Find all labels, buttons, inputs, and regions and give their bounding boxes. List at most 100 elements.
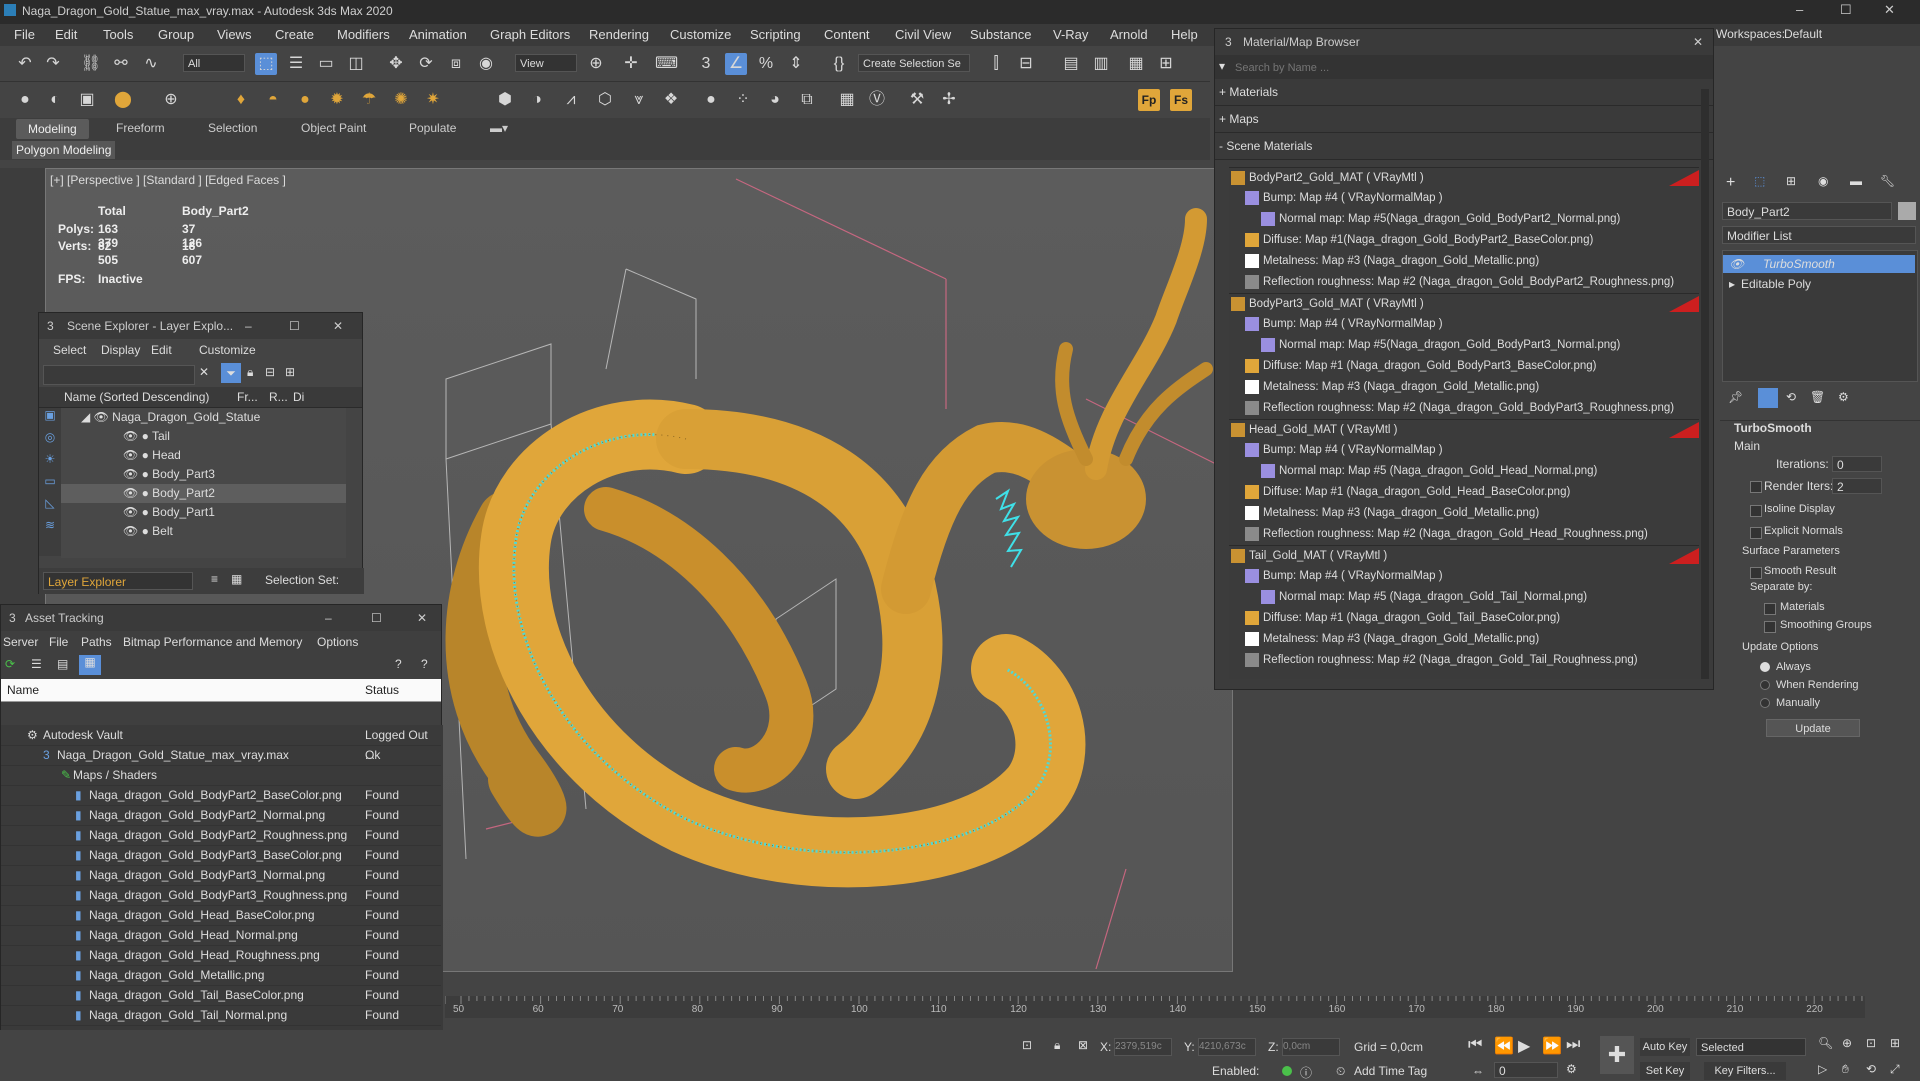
- at-row-file[interactable]: ▮ Naga_dragon_Gold_BodyPart3_Normal.png Fo…: [1, 865, 441, 886]
- material-entry[interactable]: Head_Gold_MAT ( VRayMtl ): [1229, 419, 1699, 440]
- visibility-eye-icon[interactable]: 👁︎: [94, 410, 109, 424]
- se-side-light-icon[interactable]: ☀: [39, 452, 61, 474]
- menu-help[interactable]: Help: [1171, 27, 1198, 42]
- at-menu-server[interactable]: Server: [3, 635, 38, 649]
- se-hierarchy-icon[interactable]: ⊟: [265, 365, 275, 379]
- vray-sky-icon[interactable]: ✷: [422, 89, 444, 111]
- create-selection-set-dropdown[interactable]: Create Selection Se: [858, 54, 970, 72]
- visibility-eye-icon[interactable]: 👁︎: [123, 467, 138, 481]
- menu-arnold[interactable]: Arnold: [1110, 27, 1148, 42]
- turbosmooth-rollout-title[interactable]: TurboSmooth: [1720, 420, 1920, 439]
- vray-light-icon[interactable]: ♦: [230, 89, 252, 111]
- scene-explorer-maximize[interactable]: ☐: [289, 313, 300, 339]
- at-list-icon[interactable]: ☰: [31, 657, 42, 671]
- current-frame-field[interactable]: 0: [1494, 1062, 1558, 1078]
- time-tag-icon[interactable]: ⏲: [1336, 1064, 1345, 1079]
- vray-mesh-icon[interactable]: ❖: [660, 89, 682, 111]
- render-setup-icon[interactable]: ◐: [44, 89, 66, 111]
- align-icon[interactable]: ⊟: [1015, 53, 1037, 75]
- y-coord-field[interactable]: 4210,673c: [1198, 1038, 1256, 1056]
- snaps-toggle-icon[interactable]: 3: [695, 53, 717, 75]
- redo-icon[interactable]: ↷: [42, 53, 64, 75]
- vray-toolbar-logo-icon[interactable]: Ⓥ: [866, 89, 888, 111]
- at-help-icon[interactable]: ?: [395, 657, 402, 671]
- set-key-button[interactable]: Set Key: [1640, 1062, 1690, 1080]
- vray-ies-icon[interactable]: ✹: [326, 89, 348, 111]
- menu-animation[interactable]: Animation: [409, 27, 467, 42]
- se-menu-edit[interactable]: Edit: [151, 343, 172, 357]
- tab-object-paint[interactable]: Object Paint: [301, 121, 366, 135]
- asset-tracking-maximize[interactable]: ☐: [371, 605, 382, 631]
- enabled-indicator-icon[interactable]: [1282, 1066, 1292, 1076]
- vray-sphere-icon[interactable]: ◑: [526, 89, 548, 111]
- map-entry[interactable]: Reflection roughness: Map #2 (Naga_drago…: [1229, 398, 1699, 418]
- minimize-button[interactable]: –: [1796, 2, 1803, 17]
- map-entry[interactable]: Bump: Map #4 ( VRayNormalMap ): [1229, 314, 1699, 334]
- curve-editor-icon[interactable]: ⊞: [1155, 53, 1177, 75]
- at-row-file[interactable]: ▮ Naga_dragon_Gold_BodyPart2_Normal.png Fo…: [1, 805, 441, 826]
- map-entry[interactable]: Normal map: Map #5(Naga_dragon_Gold_Body…: [1229, 209, 1699, 229]
- mirror-icon[interactable]: ⫿: [985, 53, 1007, 75]
- menu-file[interactable]: File: [14, 27, 35, 42]
- fp-icon[interactable]: Fp: [1138, 89, 1160, 111]
- se-item-body-part3[interactable]: 👁︎ ● Body_Part3: [61, 465, 346, 484]
- asset-tracking-titlebar[interactable]: 3 Asset Tracking – ☐ ✕: [1, 605, 441, 631]
- tab-modeling[interactable]: Modeling: [16, 119, 89, 139]
- add-time-tag-label[interactable]: Add Time Tag: [1354, 1064, 1427, 1078]
- selection-filter-dropdown[interactable]: All: [183, 54, 245, 72]
- map-entry[interactable]: Metalness: Map #3 (Naga_dragon_Gold_Meta…: [1229, 377, 1699, 397]
- material-entry[interactable]: Tail_Gold_MAT ( VRayMtl ): [1229, 545, 1699, 566]
- at-table-icon[interactable]: ▦: [79, 655, 101, 675]
- mmb-group-scene-materials[interactable]: - Scene Materials: [1215, 133, 1713, 160]
- absolute-mode-icon[interactable]: ⊠: [1078, 1038, 1088, 1052]
- vray-paint-icon[interactable]: ◕: [764, 89, 786, 111]
- map-entry[interactable]: Diffuse: Map #1 (Naga_dragon_Gold_Head_B…: [1229, 482, 1699, 502]
- material-entry[interactable]: BodyPart2_Gold_MAT ( VRayMtl ): [1229, 167, 1699, 188]
- materials-checkbox[interactable]: [1764, 603, 1776, 615]
- pivot-icon[interactable]: ⊕: [585, 53, 607, 75]
- se-layers-icon[interactable]: ≡: [211, 572, 218, 586]
- scale-icon[interactable]: ⧈: [445, 53, 467, 75]
- time-config-icon[interactable]: ⚙: [1566, 1062, 1577, 1076]
- scene-explorer-titlebar[interactable]: 3 Scene Explorer - Layer Explo... – ☐ ✕: [39, 313, 362, 339]
- map-entry[interactable]: Bump: Map #4 ( VRayNormalMap ): [1229, 440, 1699, 460]
- expand-arrow-icon[interactable]: ▸: [1729, 275, 1735, 293]
- link-icon[interactable]: ⛓: [80, 53, 102, 75]
- asset-tracking-minimize[interactable]: –: [325, 605, 332, 631]
- layer-explorer-dropdown[interactable]: Layer Explorer: [43, 572, 193, 590]
- isoline-checkbox[interactable]: [1750, 505, 1762, 517]
- se-menu-customize[interactable]: Customize: [199, 343, 256, 357]
- se-search-input[interactable]: [43, 365, 195, 385]
- se-column-di[interactable]: Di: [293, 390, 304, 404]
- modifier-on-eye-icon[interactable]: 👁︎: [1729, 255, 1744, 273]
- at-row-file[interactable]: ▮ Naga_dragon_Gold_Metallic.png Found: [1, 965, 441, 986]
- render-iters-checkbox[interactable]: [1750, 481, 1762, 493]
- configure-sets-icon[interactable]: ⚙: [1838, 390, 1849, 404]
- map-entry[interactable]: Bump: Map #4 ( VRayNormalMap ): [1229, 188, 1699, 208]
- edit-named-sets-icon[interactable]: {}: [828, 53, 850, 75]
- set-key-big-icon[interactable]: ✚: [1600, 1036, 1634, 1074]
- vray-multi-icon[interactable]: ⁘: [732, 89, 754, 111]
- se-layer-icon[interactable]: ⊞: [285, 365, 295, 379]
- se-item-tail[interactable]: 👁︎ ● Tail: [61, 427, 346, 446]
- smooth-result-checkbox[interactable]: [1750, 567, 1762, 579]
- select-by-name-icon[interactable]: ☰: [285, 53, 307, 75]
- map-entry[interactable]: Normal map: Map #5 (Naga_dragon_Gold_Tai…: [1229, 587, 1699, 607]
- at-column-status[interactable]: Status: [365, 683, 399, 697]
- orbit-icon[interactable]: ⟲: [1866, 1062, 1876, 1076]
- pan-icon[interactable]: ✋︎: [1842, 1062, 1849, 1077]
- rectangular-selection-icon[interactable]: ▭: [315, 53, 337, 75]
- se-side-camera-icon[interactable]: ▭: [39, 474, 61, 496]
- at-row-max-file[interactable]: 3 Naga_Dragon_Gold_Statue_max_vray.max Ok: [1, 745, 441, 766]
- mmb-scrollbar[interactable]: [1701, 89, 1709, 679]
- spinner-snap-icon[interactable]: ⇕: [785, 53, 807, 75]
- isolate-icon[interactable]: ⊡: [1022, 1038, 1032, 1052]
- reference-coord-dropdown[interactable]: View: [515, 54, 577, 72]
- se-root-row[interactable]: ◢ 👁︎ Naga_Dragon_Gold_Statue: [61, 408, 346, 427]
- key-selection-dropdown[interactable]: Selected: [1696, 1038, 1806, 1056]
- zoom-icon[interactable]: 🔍︎: [1818, 1036, 1833, 1050]
- at-menu-file[interactable]: File: [49, 635, 68, 649]
- ribbon-toggle-icon[interactable]: ▦: [1125, 53, 1147, 75]
- visibility-eye-icon[interactable]: 👁︎: [123, 429, 138, 443]
- info-icon[interactable]: ⓘ: [1300, 1064, 1312, 1081]
